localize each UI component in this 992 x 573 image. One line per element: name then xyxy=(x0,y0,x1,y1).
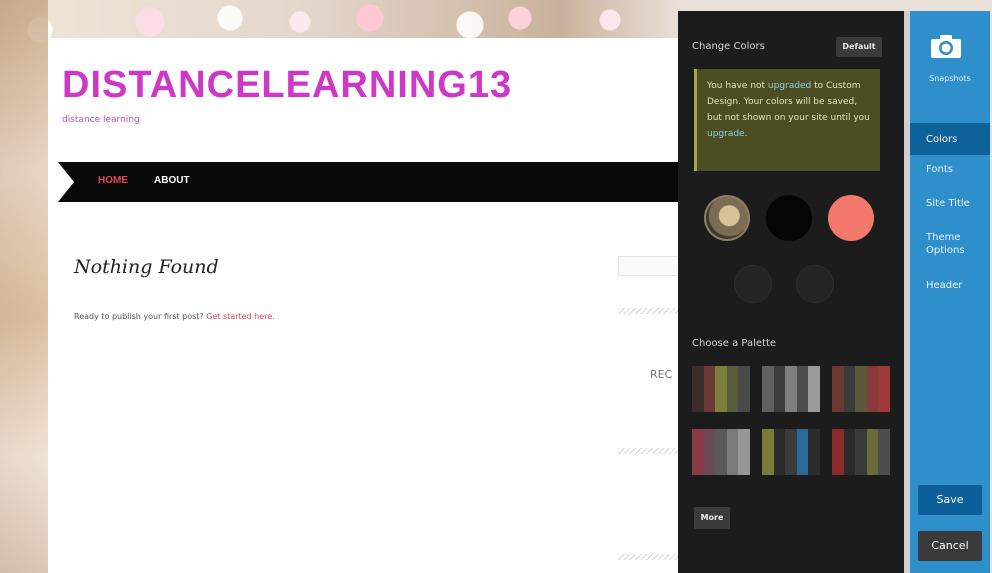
palette-stripe xyxy=(738,366,750,412)
palette-stripe xyxy=(715,429,727,475)
get-started-link[interactable]: Get started here. xyxy=(206,312,275,321)
default-button[interactable]: Default xyxy=(836,37,882,57)
site-title[interactable]: DISTANCELEARNING13 xyxy=(62,64,512,107)
palette-option[interactable] xyxy=(832,366,890,412)
more-palettes-button[interactable]: More xyxy=(694,507,730,529)
menu-item-theme-options[interactable]: Theme Options xyxy=(910,231,980,257)
palette-stripe xyxy=(843,429,856,475)
palette-stripe xyxy=(832,366,844,412)
save-button[interactable]: Save xyxy=(918,485,982,515)
palette-stripe xyxy=(808,366,820,412)
palette-option[interactable] xyxy=(762,366,820,412)
palette-stripe xyxy=(866,366,879,412)
color-swatch-empty[interactable] xyxy=(796,265,834,303)
palette-stripe xyxy=(715,366,727,412)
color-swatch-empty[interactable] xyxy=(734,265,772,303)
snapshots-label[interactable]: Snapshots xyxy=(910,74,990,83)
site-preview: DISTANCELEARNING13 distance learning HOM… xyxy=(48,38,690,573)
palette-option[interactable] xyxy=(762,429,820,475)
palette-stripe xyxy=(762,429,774,475)
upgraded-link[interactable]: upgraded xyxy=(768,81,811,91)
change-colors-panel: Change Colors Default You have not upgra… xyxy=(678,11,904,573)
palette-option[interactable] xyxy=(692,429,750,475)
color-swatch-salmon[interactable] xyxy=(828,195,874,241)
empty-message: Ready to publish your first post? Get st… xyxy=(74,312,275,321)
customizer-sidebar: Snapshots Colors Fonts Site Title Theme … xyxy=(910,11,990,573)
palette-stripe xyxy=(692,366,704,412)
upgrade-notice: You have not upgraded to Custom Design. … xyxy=(694,69,880,171)
panel-title: Change Colors xyxy=(692,41,765,52)
main-navigation: HOME ABOUT xyxy=(58,162,688,202)
palette-stripe xyxy=(726,429,739,475)
background-image-swatch[interactable] xyxy=(704,195,750,241)
palette-stripe xyxy=(796,429,809,475)
palette-stripe xyxy=(773,366,786,412)
camera-icon[interactable] xyxy=(930,33,962,59)
palette-label: Choose a Palette xyxy=(692,338,777,349)
notice-text: You have not xyxy=(707,81,768,91)
palette-stripe xyxy=(785,429,797,475)
palette-option[interactable] xyxy=(832,429,890,475)
palette-stripe xyxy=(703,366,716,412)
palette-stripe xyxy=(762,366,774,412)
nav-item-about[interactable]: ABOUT xyxy=(154,175,190,186)
color-swatch-black[interactable] xyxy=(766,195,812,241)
palette-stripe xyxy=(878,429,890,475)
palette-stripe xyxy=(773,429,786,475)
palette-stripe xyxy=(692,429,704,475)
upgrade-link[interactable]: upgrade xyxy=(707,129,745,139)
palette-stripe xyxy=(832,429,844,475)
palette-stripe xyxy=(785,366,797,412)
notice-text: . xyxy=(744,129,748,139)
menu-item-fonts[interactable]: Fonts xyxy=(910,163,990,176)
background-photo-edge xyxy=(0,0,48,573)
menu-item-colors[interactable]: Colors xyxy=(910,123,990,155)
palette-stripe xyxy=(878,366,890,412)
menu-item-site-title[interactable]: Site Title xyxy=(910,197,990,210)
page-heading: Nothing Found xyxy=(74,256,219,278)
palette-stripe xyxy=(843,366,856,412)
palette-stripe xyxy=(866,429,879,475)
palette-stripe xyxy=(726,366,739,412)
recent-posts-label: REC xyxy=(650,368,673,381)
menu-item-header[interactable]: Header xyxy=(910,279,990,292)
cancel-button[interactable]: Cancel xyxy=(918,531,982,561)
nav-item-home[interactable]: HOME xyxy=(98,175,128,186)
palette-stripe xyxy=(808,429,820,475)
palette-stripe xyxy=(703,429,716,475)
palette-option[interactable] xyxy=(692,366,750,412)
empty-message-text: Ready to publish your first post? xyxy=(74,312,207,321)
palette-stripe xyxy=(738,429,750,475)
palette-stripe xyxy=(855,366,867,412)
palette-stripe xyxy=(796,366,809,412)
site-sidebar: REC xyxy=(604,248,690,573)
site-tagline: distance learning xyxy=(62,115,140,125)
palette-stripe xyxy=(855,429,867,475)
